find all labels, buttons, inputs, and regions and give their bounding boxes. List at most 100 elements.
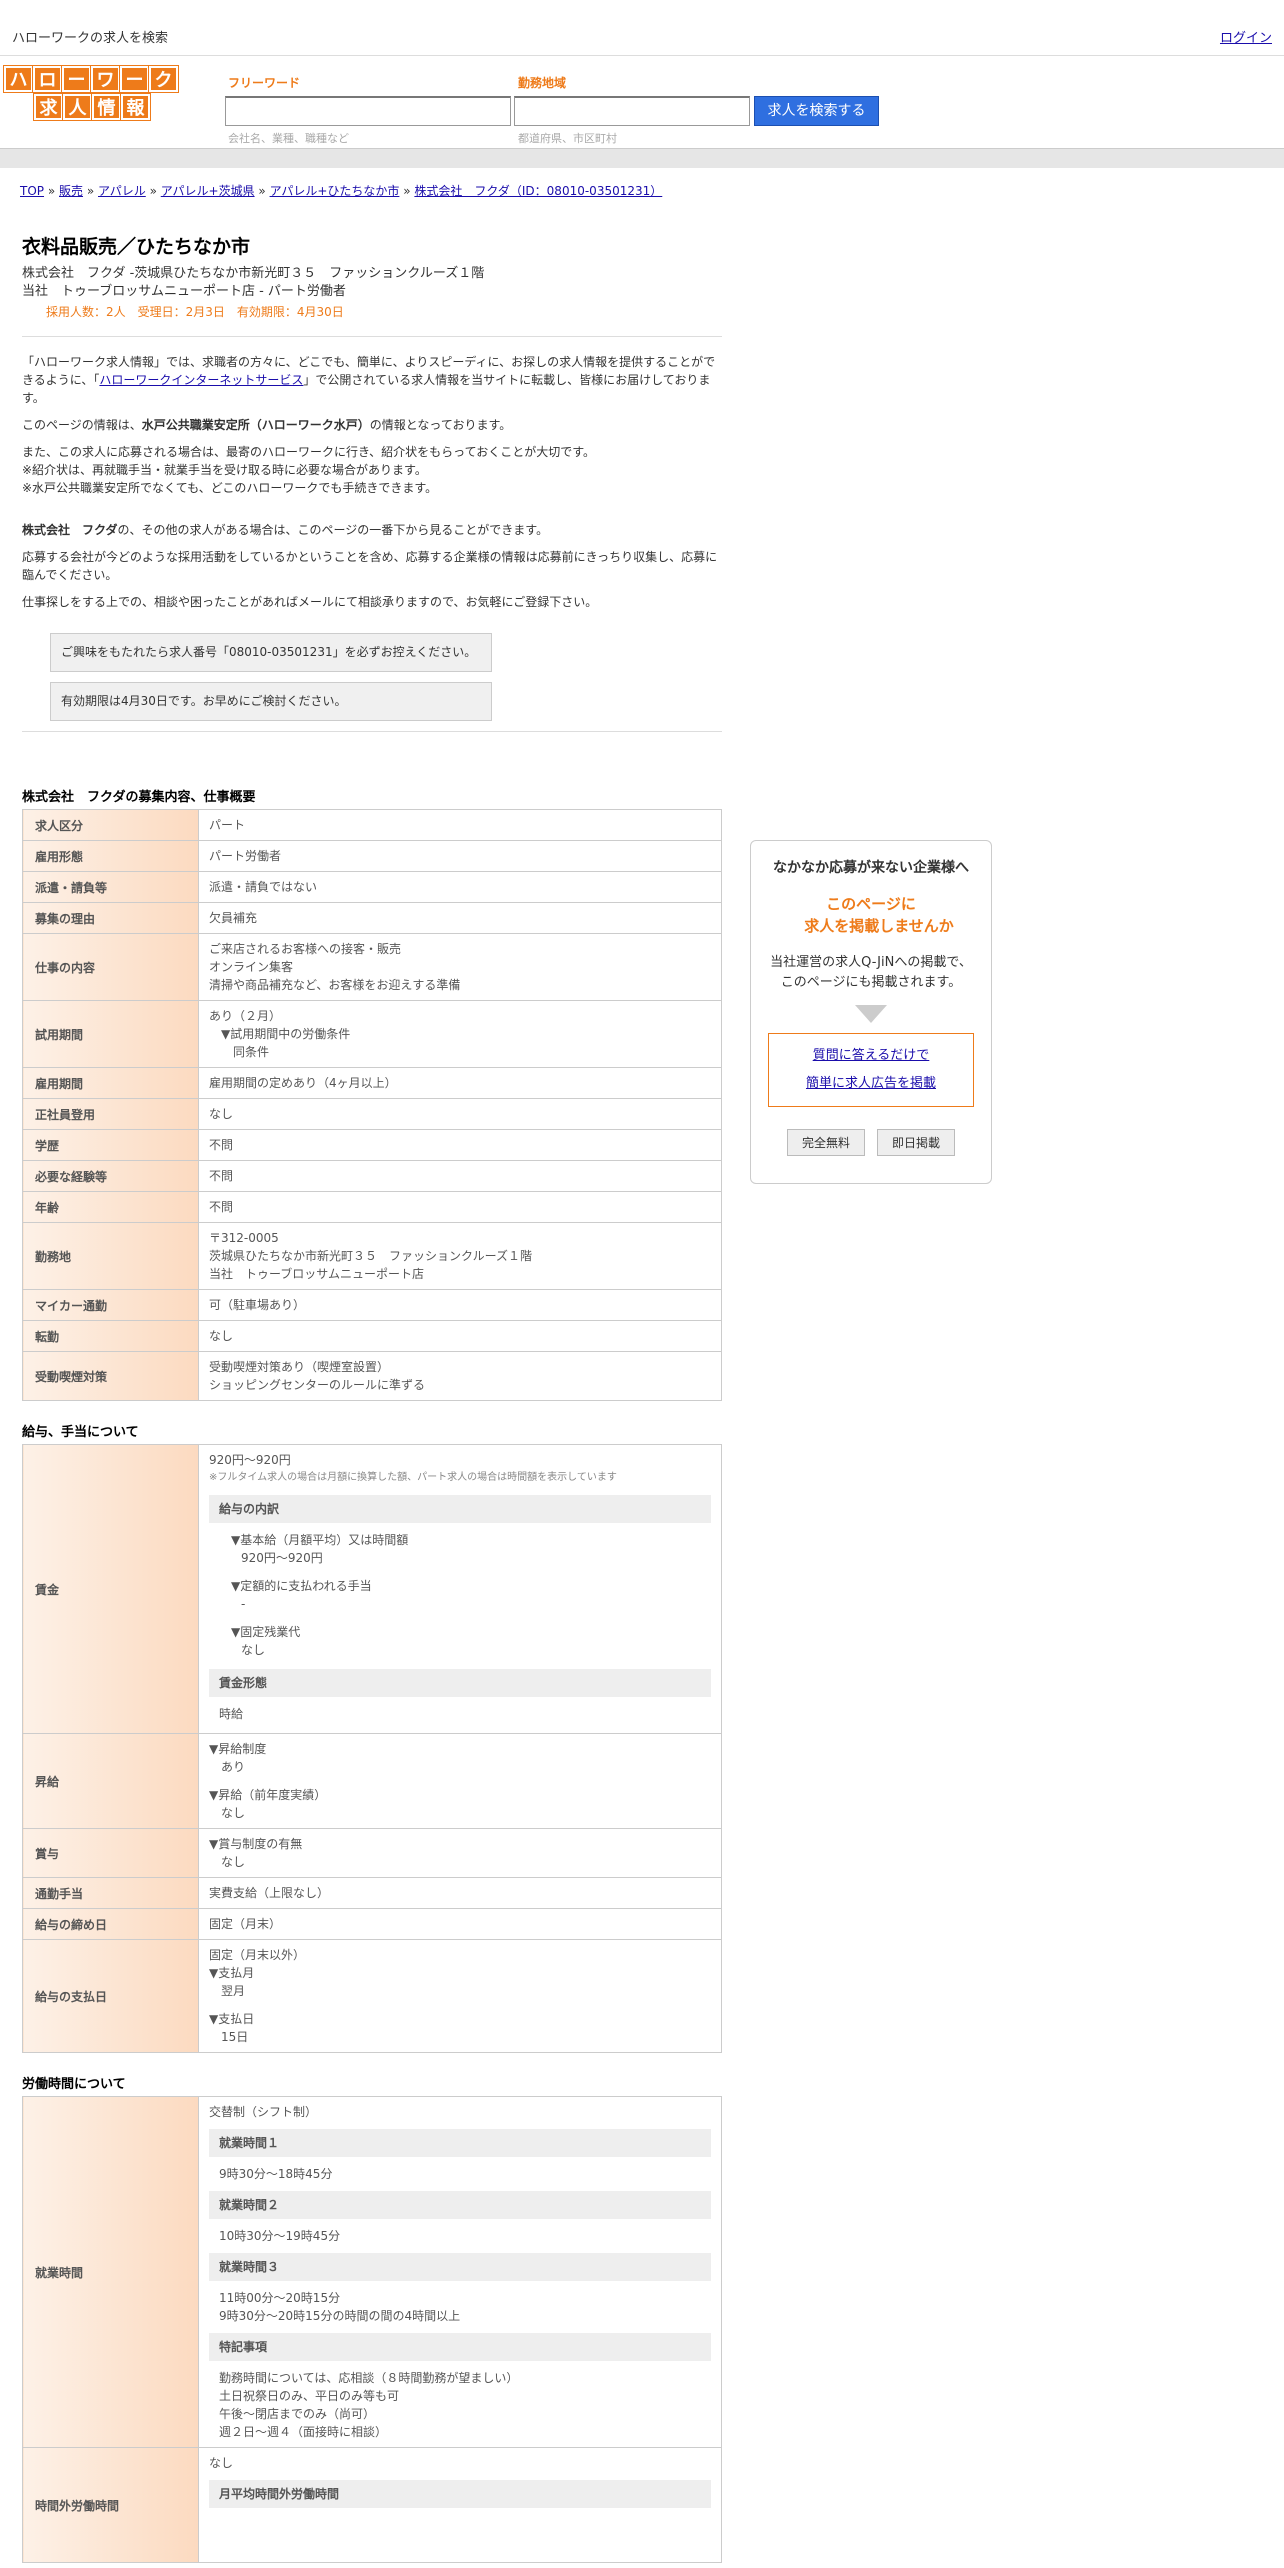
salary-table: 賃金 920円〜920円 ※フルタイム求人の場合は月額に換算した額、パート求人の… <box>22 1444 722 2053</box>
hellowork-link[interactable]: ハローワークインターネットサービス <box>99 373 303 387</box>
table-row: 勤務地 〒312-0005 茨城県ひたちなか市新光町３５ ファッションクルーズ１階当… <box>22 1222 722 1290</box>
wage-note: ※フルタイム求人の場合は月額に換算した額、パート求人の場合は時間額を表示していま… <box>209 1472 617 1483</box>
detail-value: 土日祝祭日のみ、平日のみ等も可 <box>219 2389 400 2403</box>
intro-text-part: の情報となっております。 <box>369 418 512 432</box>
intro-text-part: このページの情報は、 <box>22 418 142 432</box>
logo-char: ロ <box>33 66 62 92</box>
row-label: 正社員登用 <box>22 1098 199 1130</box>
company-name: 株式会社 フクダ <box>22 523 118 537</box>
keyword-hint: 会社名、業種、職種など <box>228 132 349 145</box>
table-row: 就業時間 交替制（シフト制） 就業時間１ 9時30分〜18時45分 就業時間２ … <box>22 2096 722 2448</box>
login-link[interactable]: ログイン <box>1220 27 1272 46</box>
ad-link[interactable]: 簡単に求人広告を掲載 <box>806 1076 936 1091</box>
row-value: ▼賞与制度の有無 なし <box>198 1828 722 1878</box>
table-row: 雇用期間 雇用期間の定めあり（4ヶ月以上） <box>22 1067 722 1099</box>
subheading: 特記事項 <box>209 2333 711 2361</box>
subheading: 就業時間１ <box>209 2129 711 2157</box>
search-button[interactable]: 求人を検索する <box>754 96 879 126</box>
down-arrow-icon <box>855 1005 887 1023</box>
breadcrumb-link[interactable]: 販売 <box>59 184 83 198</box>
table-row: 給与の支払日 固定（月末以外） ▼支払月 翌月 ▼支払日 15日 <box>22 1939 722 2053</box>
detail-value: - <box>241 1597 246 1611</box>
company-line: 株式会社 フクダ -茨城県ひたちなか市新光町３５ ファッションクルーズ１階 <box>22 266 485 281</box>
section-heading: 株式会社 フクダの募集内容、仕事概要 <box>22 790 256 805</box>
subheading: 就業時間２ <box>209 2191 711 2219</box>
row-label: 勤務地 <box>22 1222 199 1290</box>
table-row: 試用期間 あり（２月） ▼試用期間中の労働条件 同条件 <box>22 1000 722 1068</box>
detail-value: なし <box>209 2456 234 2470</box>
site-logo[interactable]: ハローワーク 求人情報 <box>4 66 182 122</box>
row-value-line: ▼試用期間中の労働条件 <box>209 1027 351 1041</box>
row-label: 雇用期間 <box>22 1067 199 1099</box>
detail-label: ▼定額的に支払われる手当 <box>231 1579 372 1593</box>
detail-label: ▼基本給（月額平均）又は時間額 <box>231 1533 409 1547</box>
wage-range: 920円〜920円 <box>209 1453 291 1467</box>
breadcrumb-link[interactable]: アパレル <box>98 184 146 198</box>
notice-box: ご興味をもたれたら求人番号「08010-03501231」を必ずお控えください。 <box>50 633 492 672</box>
row-value-line: 当社 トゥーブロッサムニューポート店 <box>209 1267 425 1281</box>
ad-text-line: 当社運営の求人Q-JiNへの掲載で、 <box>770 955 972 970</box>
row-value: あり（２月） ▼試用期間中の労働条件 同条件 <box>198 1000 722 1068</box>
row-value: パート労働者 <box>198 840 722 872</box>
section-heading: 労働時間について <box>22 2077 126 2092</box>
divider <box>22 731 722 732</box>
row-label: 給与の支払日 <box>22 1939 199 2053</box>
row-label: 就業時間 <box>22 2096 199 2448</box>
row-value-line: 茨城県ひたちなか市新光町３５ ファッションクルーズ１階 <box>209 1249 533 1263</box>
detail-value: 週２日～週４（面接時に相談） <box>219 2425 388 2439</box>
row-value-line: 受動喫煙対策あり（喫煙室設置） <box>209 1360 390 1374</box>
row-label: 受動喫煙対策 <box>22 1351 199 1401</box>
table-row: マイカー通勤 可（駐車場あり） <box>22 1289 722 1321</box>
breadcrumb-link[interactable]: アパレル+ひたちなか市 <box>270 184 400 198</box>
ad-link[interactable]: 質問に答えるだけで <box>813 1048 930 1063</box>
row-value-line: あり（２月） <box>209 1009 282 1023</box>
row-label: 派遣・請負等 <box>22 871 199 903</box>
intro-text-part: 仕事探しをする上での、相談や困ったことがあればメールにて相談承りますので、お気軽… <box>22 595 598 609</box>
row-value: 固定（月末） <box>198 1908 722 1940</box>
detail-value: 固定（月末以外） <box>209 1948 306 1962</box>
detail-value: なし <box>221 1806 246 1820</box>
table-row: 仕事の内容 ご来店されるお客様への接客・販売 オンライン集客 清掃や商品補充など、お客… <box>22 933 722 1001</box>
same-day-badge[interactable]: 即日掲載 <box>877 1129 956 1156</box>
store-line: 当社 トゥーブロッサムニューポート店 - パート労働者 <box>22 284 346 299</box>
ad-badges: 完全無料 即日掲載 <box>751 1129 991 1156</box>
area-hint: 都道府県、市区町村 <box>518 132 617 145</box>
row-value: パート <box>198 809 722 841</box>
breadcrumb-link[interactable]: TOP <box>20 184 44 198</box>
detail-label: ▼昇給（前年度実績） <box>209 1788 327 1802</box>
breadcrumb-link[interactable]: 株式会社 フクダ（ID：08010-03501231） <box>414 184 662 198</box>
row-value: 不問 <box>198 1160 722 1192</box>
row-value-line: 不問 <box>209 1200 234 1214</box>
row-value: 派遣・請負ではない <box>198 871 722 903</box>
row-label: 賞与 <box>22 1828 199 1878</box>
row-value: 実費支給（上限なし） <box>198 1877 722 1909</box>
logo-char: 人 <box>63 94 92 120</box>
logo-char: ワ <box>91 66 120 92</box>
logo-char: ー <box>120 66 149 92</box>
intro-text-part: 応募する会社が今どのような採用活動をしているかということを含め、応募する企業様の… <box>22 550 718 582</box>
row-value: 920円〜920円 ※フルタイム求人の場合は月額に換算した額、パート求人の場合は… <box>198 1444 722 1734</box>
row-value: なし 月平均時間外労働時間 <box>198 2447 722 2563</box>
row-value-line: ご来店されるお客様への接客・販売 <box>209 942 402 956</box>
row-label: 雇用形態 <box>22 840 199 872</box>
detail-value: 交替制（シフト制） <box>209 2105 318 2119</box>
row-label: 仕事の内容 <box>22 933 199 1001</box>
table-row: 賃金 920円〜920円 ※フルタイム求人の場合は月額に換算した額、パート求人の… <box>22 1444 722 1734</box>
divider-band <box>0 148 1284 168</box>
ad-catch-line: このページに <box>826 895 916 913</box>
row-label: 給与の締め日 <box>22 1908 199 1940</box>
keyword-input[interactable] <box>225 96 511 126</box>
table-row: 派遣・請負等 派遣・請負ではない <box>22 871 722 903</box>
subheading: 就業時間３ <box>209 2253 711 2281</box>
free-badge[interactable]: 完全無料 <box>786 1129 865 1156</box>
breadcrumb-link[interactable]: アパレル+茨城県 <box>161 184 255 198</box>
detail-value: あり <box>221 1760 246 1774</box>
row-value: なし <box>198 1320 722 1352</box>
row-value-line: 清掃や商品補充など、お客様をお迎えする準備 <box>209 978 461 992</box>
row-value-line: なし <box>209 1329 234 1343</box>
row-value: 欠員補充 <box>198 902 722 934</box>
subheading: 給与の内訳 <box>209 1495 711 1523</box>
table-row: 募集の理由 欠員補充 <box>22 902 722 934</box>
area-input[interactable] <box>514 96 750 126</box>
table-row: 時間外労働時間 なし 月平均時間外労働時間 <box>22 2447 722 2563</box>
